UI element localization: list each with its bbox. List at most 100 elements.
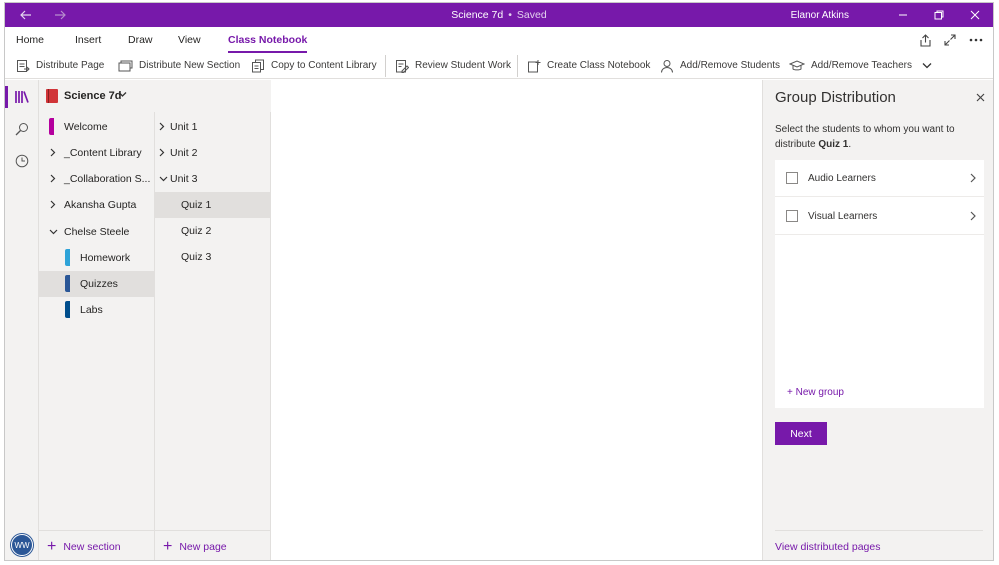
minimize-button[interactable] [885,3,921,27]
chevron-down-icon [922,63,932,69]
panel-title: Group Distribution [775,89,896,106]
search-icon [15,123,28,136]
page-quiz-1[interactable]: Quiz 1 [155,192,271,218]
minimize-icon [899,14,907,16]
fullscreen-button[interactable] [942,32,958,48]
section-labs[interactable]: Labs [39,297,155,323]
avatar[interactable]: WW [11,534,33,556]
share-icon [919,33,931,47]
group-row-visual-learners[interactable]: Visual Learners [775,198,984,235]
save-status: Saved [516,9,547,21]
section-group-chelse-steele[interactable]: Chelse Steele [39,219,155,245]
tab-class-notebook[interactable]: Class Notebook [228,27,308,53]
new-group-link[interactable]: + New group [787,387,844,398]
copy-to-content-library-label: Copy to Content Library [271,60,377,71]
page-canvas[interactable] [271,80,762,560]
section-homework[interactable]: Homework [39,245,155,271]
chevron-right-icon [159,122,165,131]
chevron-right-icon [159,148,165,157]
notebook-icon [46,89,58,103]
restore-icon [934,10,944,20]
group-distribution-panel: Group Distribution Select the students t… [762,80,993,560]
group-label: Audio Learners [808,173,876,184]
tab-draw[interactable]: Draw [128,27,153,53]
page-unit-1[interactable]: Unit 1 [155,114,271,140]
page-name-emphasis: Quiz 1 [818,139,849,150]
tab-view[interactable]: View [178,27,201,53]
chevron-right-icon [970,211,976,221]
section-group-collaboration-space[interactable]: _Collaboration S... [39,166,155,192]
create-class-notebook-button[interactable]: Create Class Notebook [527,53,650,78]
page-label: Unit 2 [170,147,198,159]
new-section-button[interactable]: + New section [39,530,154,560]
add-remove-students-button[interactable]: Add/Remove Students [660,53,780,78]
section-label: Welcome [64,121,108,133]
section-welcome[interactable]: Welcome [39,114,155,140]
review-student-work-label: Review Student Work [415,60,511,71]
close-icon [970,10,980,20]
section-color-tab [65,249,70,266]
page-label: Quiz 3 [181,251,212,263]
onenote-window: Science 7d • Saved Elanor Atkins Home In… [4,2,994,561]
new-page-button[interactable]: + New page [155,530,270,560]
chevron-right-icon [970,173,976,183]
copy-to-content-library-button[interactable]: Copy to Content Library [251,53,377,78]
add-remove-teachers-label: Add/Remove Teachers [811,60,912,71]
section-label: Labs [80,304,103,316]
page-quiz-3[interactable]: Quiz 3 [155,244,271,270]
add-remove-teachers-button[interactable]: Add/Remove Teachers [789,53,912,78]
view-distributed-pages-link[interactable]: View distributed pages [775,530,983,560]
page-unit-2[interactable]: Unit 2 [155,140,271,166]
close-panel-button[interactable] [976,93,985,105]
close-window-button[interactable] [957,3,993,27]
section-label: Homework [80,252,131,264]
section-group-content-library[interactable]: _Content Library [39,140,155,166]
review-student-work-button[interactable]: Review Student Work [395,53,511,78]
plus-icon: + [47,537,57,555]
chevron-down-icon [49,229,58,235]
pages-pane: Unit 1 Unit 2 Unit 3 Quiz 1 Quiz 2 Quiz … [155,112,271,560]
notebooks-nav-button[interactable] [5,82,39,112]
search-nav-button[interactable] [5,114,39,144]
plus-icon: + [163,537,173,555]
navigation-rail: WW [5,80,39,560]
page-unit-3[interactable]: Unit 3 [155,166,271,192]
page-label: Unit 3 [170,173,198,185]
copy-library-icon [252,59,264,72]
section-color-tab [65,275,70,292]
section-group-akansha-gupta[interactable]: Akansha Gupta [39,192,155,218]
tab-home[interactable]: Home [16,27,44,53]
add-remove-students-label: Add/Remove Students [680,60,781,71]
user-name[interactable]: Elanor Atkins [791,3,849,27]
section-label: Chelse Steele [64,226,130,238]
page-label: Unit 1 [170,121,198,133]
ribbon-divider [385,55,386,77]
more-options-button[interactable] [968,32,984,48]
recent-nav-button[interactable] [5,146,39,176]
distribute-page-button[interactable]: Distribute Page [16,53,104,78]
chevron-right-icon [50,148,56,157]
share-button[interactable] [917,32,933,48]
section-label: _Collaboration S... [64,173,151,185]
expand-icon [944,34,956,46]
page-label: Quiz 2 [181,225,212,237]
section-quizzes[interactable]: Quizzes [39,271,155,297]
chevron-right-icon [50,174,56,183]
group-checkbox[interactable] [786,172,798,184]
next-button[interactable]: Next [775,422,827,445]
close-icon [976,93,985,102]
restore-button[interactable] [921,3,957,27]
group-checkbox[interactable] [786,210,798,222]
page-quiz-2[interactable]: Quiz 2 [155,218,271,244]
create-class-notebook-label: Create Class Notebook [547,60,651,71]
notebook-selector[interactable]: Science 7d [39,80,271,112]
ribbon-overflow-button[interactable] [922,53,938,78]
review-work-icon [396,59,409,73]
description-end: . [848,139,852,150]
tab-insert[interactable]: Insert [75,27,101,53]
create-notebook-icon [528,59,541,72]
distribute-new-section-button[interactable]: Distribute New Section [118,53,240,78]
group-row-audio-learners[interactable]: Audio Learners [775,160,984,197]
section-color-tab [49,118,54,135]
section-label: _Content Library [64,147,142,159]
